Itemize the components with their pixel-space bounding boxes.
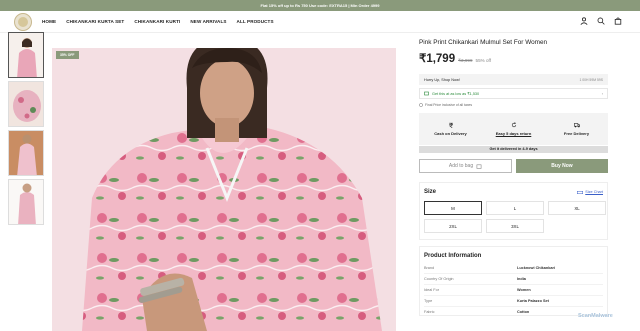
thumbnail-2[interactable] <box>8 81 44 127</box>
size-options: M L XL 2XL 3XL <box>424 201 606 233</box>
info-row: Brand Lucknowi Chikankari <box>424 263 603 274</box>
action-buttons: Add to bag Buy Now <box>419 159 608 173</box>
feature-free-delivery-label: Free Delivery <box>563 131 590 136</box>
nav-chikankari-kurti[interactable]: CHIKANKARI KURTI <box>134 19 180 24</box>
feature-return[interactable]: Easy 5 days return <box>482 113 545 145</box>
info-row: Type Kurta Palazzo Set <box>424 296 603 307</box>
delivery-estimate: Get it delivered in 4-9 days <box>419 146 608 153</box>
tax-note: Final Price inclusive of all taxes <box>419 103 608 107</box>
thumbnail-4[interactable] <box>8 179 44 225</box>
cart-icon[interactable] <box>614 17 622 25</box>
search-icon[interactable] <box>597 17 605 25</box>
nav-chikankari-kurta-set[interactable]: CHIKANKARI KURTA SET <box>66 19 124 24</box>
offer-text: Get this at as low as ₹1,530 <box>432 92 480 96</box>
price-row: ₹1,799 ₹3,999 55% off <box>419 51 608 65</box>
truck-icon <box>573 123 580 128</box>
product-information: Product Information Brand Lucknowi Chikan… <box>419 246 608 316</box>
info-value: Cotton <box>517 310 530 314</box>
info-value: India <box>517 277 526 281</box>
mrp-price: ₹3,999 <box>458 58 473 63</box>
feature-strip: Cash on Delivery Easy 5 days return Free… <box>419 113 608 145</box>
size-chart-label: Size Chart <box>585 190 603 194</box>
size-option-l[interactable]: L <box>486 201 544 215</box>
info-value: Kurta Palazzo Set <box>517 299 549 303</box>
size-option-2xl[interactable]: 2XL <box>424 219 482 233</box>
bag-icon <box>476 164 482 169</box>
feature-cod-label: Cash on Delivery <box>434 131 467 136</box>
product-page: 35% OFF Pink Print Chikankari Mulmul Set… <box>0 32 640 331</box>
nav-home[interactable]: HOME <box>42 19 56 24</box>
add-to-bag-button[interactable]: Add to bag <box>419 159 512 173</box>
site-header: HOME CHIKANKARI KURTA SET CHIKANKARI KUR… <box>0 11 640 33</box>
thumbnail-1[interactable] <box>8 32 44 78</box>
size-option-xl[interactable]: XL <box>548 201 606 215</box>
countdown-timer: 1 00H 59M 59S <box>579 77 603 82</box>
coupon-icon <box>424 91 429 96</box>
nav-all-products[interactable]: ALL PRODUCTS <box>237 19 274 24</box>
promo-bar: Flat 15% off up to Rs 750 Use code: EXTR… <box>0 0 640 11</box>
promo-text: Flat 15% off up to Rs 750 Use code: EXTR… <box>260 3 380 8</box>
sale-badge: 35% OFF <box>56 51 79 59</box>
size-selector: Size Size Chart M L XL 2XL 3XL <box>419 182 608 240</box>
info-key: Type <box>424 299 433 303</box>
sale-price: ₹1,799 <box>419 53 456 65</box>
ruler-icon <box>577 190 584 194</box>
discount-text: 55% off <box>475 58 492 63</box>
hurry-banner: Hurry Up, Shop Now! 1 00H 59M 59S <box>419 74 608 85</box>
product-main-image[interactable] <box>52 48 396 331</box>
info-key: Ideal For <box>424 288 439 292</box>
nav-new-arrivals[interactable]: NEW ARRIVALS <box>190 19 226 24</box>
offer-banner[interactable]: Get this at as low as ₹1,530 › <box>419 88 608 99</box>
user-icon[interactable] <box>580 17 588 25</box>
info-row: Fabric Cotton <box>424 307 603 315</box>
info-value: Lucknowi Chikankari <box>517 266 555 270</box>
thumbnail-3[interactable] <box>8 130 44 176</box>
info-row: Ideal For Women <box>424 285 603 296</box>
size-chart-link[interactable]: Size Chart <box>577 190 603 194</box>
rupee-icon <box>448 122 453 128</box>
buy-now-button[interactable]: Buy Now <box>516 159 608 173</box>
chevron-right-icon: › <box>601 91 603 96</box>
hurry-text: Hurry Up, Shop Now! <box>424 77 460 82</box>
info-value: Women <box>517 288 531 292</box>
thumbnail-list <box>8 32 44 228</box>
product-details: Pink Print Chikankari Mulmul Set For Wom… <box>419 33 608 316</box>
feature-cod: Cash on Delivery <box>419 113 482 145</box>
info-key: Brand <box>424 266 435 270</box>
watermark: ScanMalware <box>578 313 613 319</box>
feature-free-delivery: Free Delivery <box>545 113 608 145</box>
info-key: Fabric <box>424 310 435 314</box>
size-option-m[interactable]: M <box>424 201 482 215</box>
tax-note-text: Final Price inclusive of all taxes <box>425 103 473 107</box>
logo-mark <box>18 16 28 27</box>
product-info-title: Product Information <box>424 253 482 259</box>
brand-logo[interactable] <box>14 12 32 31</box>
return-icon <box>511 122 516 128</box>
feature-return-label: Easy 5 days return <box>495 131 532 136</box>
size-header: Size Size Chart <box>424 189 603 195</box>
info-key: Country Of Origin <box>424 277 454 281</box>
size-option-3xl[interactable]: 3XL <box>486 219 544 233</box>
info-row: Country Of Origin India <box>424 274 603 285</box>
product-title: Pink Print Chikankari Mulmul Set For Wom… <box>419 39 548 46</box>
size-title: Size <box>424 189 437 195</box>
main-nav: HOME CHIKANKARI KURTA SET CHIKANKARI KUR… <box>42 19 274 24</box>
add-to-bag-label: Add to bag <box>448 163 474 169</box>
info-icon <box>419 103 423 107</box>
header-icons <box>580 17 622 25</box>
